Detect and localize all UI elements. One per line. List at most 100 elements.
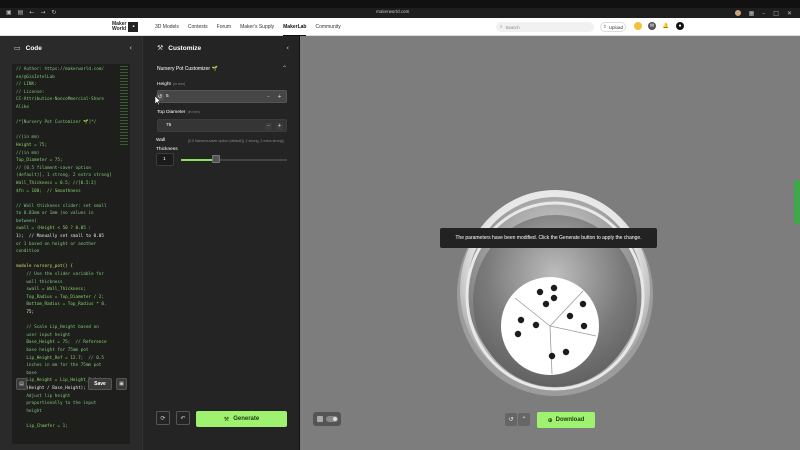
code-line: $fn = 100; // Smoothness xyxy=(16,188,81,194)
generate-label: Generate xyxy=(233,416,260,422)
nav-3d-models[interactable]: 3D Models xyxy=(155,24,179,30)
random-icon[interactable]: ⟳ xyxy=(156,411,170,425)
nav-contests[interactable]: Contests xyxy=(188,24,208,30)
extensions-icon[interactable]: ▦ xyxy=(749,10,755,17)
undo-icon[interactable]: ↶ xyxy=(176,411,190,425)
code-line: swall = Wall_Thickness; xyxy=(16,287,86,293)
height-decrement-button[interactable]: – xyxy=(265,94,272,101)
collapse-code-icon[interactable]: ‹ xyxy=(129,44,132,52)
fullscreen-icon[interactable]: ▣ xyxy=(116,378,127,390)
nav-makerlab[interactable]: MakerLab xyxy=(283,24,307,36)
top-diameter-label: Top Diameter (in mm) xyxy=(157,110,200,115)
parameters-modified-toast: The parameters have been modified. Click… xyxy=(440,228,657,248)
feedback-side-tab[interactable] xyxy=(794,180,800,224)
nav-community[interactable]: Community xyxy=(315,24,340,30)
slider-thumb[interactable] xyxy=(211,155,220,163)
code-text[interactable]: // Author: https://makerworld.com/en/@Gi… xyxy=(16,66,116,431)
search-input[interactable]: ⌕ Search xyxy=(496,22,594,32)
code-line: // Scale Lip_Height based on xyxy=(16,325,99,331)
maximize-icon[interactable]: □ xyxy=(773,10,779,17)
code-panel-header: ▭ Code ‹ xyxy=(0,36,142,60)
save-button[interactable]: Save xyxy=(88,378,112,390)
browser-menu-icon[interactable]: ▣ xyxy=(6,8,12,18)
code-line: Height = 75; xyxy=(16,142,48,148)
history-icon[interactable]: ↺ xyxy=(505,413,517,426)
main-nav: 3D Models Contests Forum Maker's Supply … xyxy=(155,18,341,36)
minimize-icon[interactable]: – xyxy=(762,10,765,17)
chevron-up-icon[interactable]: ⌃ xyxy=(282,65,287,72)
height-unit: (in mm) xyxy=(172,82,186,86)
code-line: 1); // Manually set small to 0.05 xyxy=(16,234,104,240)
code-line: Lip_Height_Ref = 12.7; // 0.5 xyxy=(16,355,104,361)
file-icon[interactable]: ▤ xyxy=(16,378,27,390)
view-toggle[interactable] xyxy=(313,412,341,426)
top-diameter-label-text: Top Diameter xyxy=(157,110,186,115)
nav-forum[interactable]: Forum xyxy=(217,24,231,30)
code-panel-title: Code xyxy=(25,44,42,52)
height-field[interactable]: ↺ 5 – + xyxy=(156,90,287,103)
code-line: // Wall thickness slider: set small xyxy=(16,203,107,209)
code-line: // Use the slider variable for xyxy=(16,272,104,278)
wall-thickness-slider[interactable] xyxy=(181,159,287,161)
code-line: //(in mm) xyxy=(16,135,40,141)
nav-makers-supply[interactable]: Maker's Supply xyxy=(240,24,274,30)
code-line: to 0.03mm or 1mm (no values in xyxy=(16,211,94,217)
code-line: Alike xyxy=(16,104,29,110)
sidebar-toggle-icon[interactable]: ▤ xyxy=(18,8,24,18)
user-avatar[interactable]: ● xyxy=(676,22,684,30)
customize-icon: ⚒ xyxy=(157,44,164,52)
height-increment-button[interactable]: + xyxy=(276,94,283,101)
wall-label-line1: Wall xyxy=(156,138,166,143)
makerworld-logo[interactable]: Maker World ▪ xyxy=(112,22,139,32)
forward-icon[interactable]: → xyxy=(40,8,45,18)
back-icon[interactable]: ← xyxy=(29,8,34,18)
code-line: wall thickness xyxy=(16,279,63,285)
code-icon: ▭ xyxy=(14,44,21,52)
notifications-icon[interactable]: 🔔 xyxy=(662,22,670,30)
reload-icon[interactable]: ↻ xyxy=(51,8,56,18)
toggle-switch[interactable] xyxy=(326,416,338,422)
code-line: base height for 75mm pot xyxy=(16,347,89,353)
points-icon[interactable] xyxy=(634,22,642,30)
top-diameter-unit: (in mm) xyxy=(187,110,200,114)
browser-chrome: ▣ ▤ ← → ↻ makerworld.com ▦ – □ ✕ xyxy=(0,8,800,18)
close-window-icon[interactable]: ✕ xyxy=(787,10,792,17)
chevron-up-icon[interactable]: ⌃ xyxy=(518,413,530,426)
code-line: module nursery_pot() { xyxy=(16,264,73,270)
code-minimap[interactable] xyxy=(120,66,128,146)
customize-panel-title: Customize xyxy=(168,44,202,52)
code-editor[interactable]: // Author: https://makerworld.com/en/@Gi… xyxy=(12,64,130,444)
code-line: user input height xyxy=(16,332,71,338)
code-line: Lip_Chamfer = 1; xyxy=(16,423,68,429)
wall-thickness-description: [0.5 filament-saver option (default)], 1… xyxy=(188,139,284,143)
top-diameter-field[interactable]: 75 – + xyxy=(157,119,287,132)
height-input[interactable]: 5 xyxy=(166,94,169,99)
top-diameter-increment-button[interactable]: + xyxy=(276,122,283,130)
code-line: // LINK: xyxy=(16,82,37,88)
browser-profile-icon[interactable] xyxy=(734,10,741,16)
wall-thickness-input[interactable]: 1 xyxy=(156,153,174,166)
generate-button[interactable]: ⚒ Generate xyxy=(196,411,287,427)
top-diameter-decrement-button[interactable]: – xyxy=(265,122,272,130)
messages-icon[interactable]: ✉ xyxy=(648,22,656,30)
code-line: Top_Radius = Top_Diameter / 2; xyxy=(16,294,104,300)
code-line: or 1 based on height or another xyxy=(16,241,97,247)
logo-mark-icon: ▪ xyxy=(128,22,139,32)
top-diameter-input[interactable]: 75 xyxy=(166,123,171,128)
customize-panel-header: ⚒ Customize ‹ xyxy=(143,36,299,60)
code-line: // License: xyxy=(16,89,45,95)
code-line: Wall_Thickness = 0.5; //[0.5:2] xyxy=(16,180,97,186)
address-bar[interactable]: makerworld.com xyxy=(376,9,409,14)
code-line: // [0.5 filament-saver option xyxy=(16,165,92,171)
upload-button[interactable]: ⇪ Upload xyxy=(600,22,626,32)
section-title[interactable]: Nursery Pot Customizer 🌱 xyxy=(157,66,218,72)
download-button[interactable]: ⊕ Download xyxy=(537,412,595,428)
generate-icon: ⚒ xyxy=(223,415,230,423)
collapse-customize-icon[interactable]: ‹ xyxy=(286,44,289,52)
download-icon: ⊕ xyxy=(547,416,553,424)
code-line: Adjust lip height xyxy=(16,393,71,399)
